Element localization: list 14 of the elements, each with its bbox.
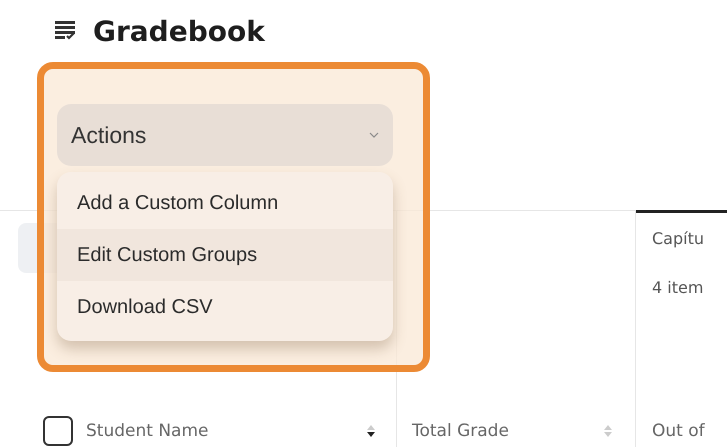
sort-icon[interactable] [366,424,376,438]
checkbox[interactable] [43,416,73,446]
page-title: Gradebook [93,14,265,48]
column-header: Total Grade [412,421,509,441]
actions-dropdown[interactable]: Actions [57,104,393,166]
menu-item[interactable]: Add a Custom Column [57,177,393,229]
column-group-title: Capítu [652,229,705,248]
caret-icon [369,132,379,138]
column-header: Student Name [86,421,208,441]
item-count: 4 item [652,278,704,297]
menu-item[interactable]: Download CSV [57,281,393,333]
column-header: Out of [652,421,705,441]
gradebook-icon [55,21,77,41]
menu-item[interactable]: Edit Custom Groups [57,229,393,281]
